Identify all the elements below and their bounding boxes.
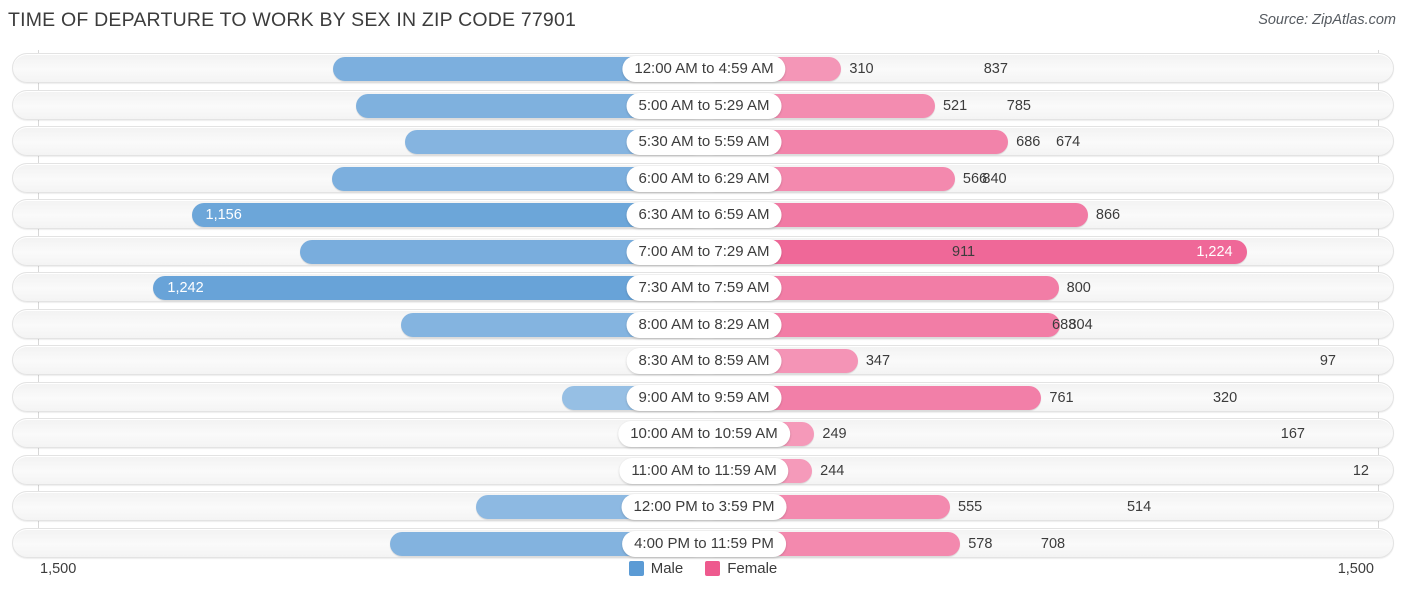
chart-row[interactable]: 837 310 12:00 AM to 4:59 AM: [12, 53, 1394, 83]
diverging-bar-chart: 837 310 12:00 AM to 4:59 AM 785 521 5:00 AM t…: [0, 50, 1406, 558]
chart-row[interactable]: 12 244 11:00 AM to 11:59 AM: [12, 454, 1394, 485]
chart-row[interactable]: 1,156 866 6:30 AM to 6:59 AM: [12, 199, 1394, 229]
legend-item-male[interactable]: Male: [628, 560, 684, 577]
row-category-label: 10:00 AM to 10:59 AM: [618, 421, 790, 447]
row-category-label: 11:00 AM to 11:59 AM: [619, 457, 789, 484]
chart-row[interactable]: 167 249 10:00 AM to 10:59 AM: [12, 418, 1394, 448]
source-attribution: Source: ZipAtlas.com: [1258, 12, 1396, 28]
bar-female[interactable]: [704, 239, 1247, 264]
row-category-label: 4:00 PM to 11:59 PM: [622, 530, 786, 557]
row-category-label: 9:00 AM to 9:59 AM: [626, 384, 782, 411]
chart-row[interactable]: 683 804 8:00 AM to 8:29 AM: [12, 308, 1394, 339]
bar-value-female: 800: [1066, 280, 1091, 296]
bar-value-male: 837: [983, 61, 1008, 77]
row-category-label: 7:30 AM to 7:59 AM: [626, 275, 782, 301]
bar-value-male: 674: [1056, 134, 1081, 150]
legend-label-male: Male: [650, 560, 684, 577]
chart-row[interactable]: 97 347 8:30 AM to 8:59 AM: [12, 345, 1394, 375]
bar-value-female: 1,224: [1196, 243, 1233, 260]
bar-value-female: 310: [849, 61, 874, 77]
row-category-label: 5:00 AM to 5:29 AM: [626, 92, 782, 119]
bar-value-female: 761: [1049, 389, 1074, 406]
chart-row[interactable]: 514 555 12:00 PM to 3:59 PM: [12, 491, 1394, 521]
row-category-label: 5:30 AM to 5:59 AM: [626, 129, 782, 155]
chart-header: TIME OF DEPARTURE TO WORK BY SEX IN ZIP …: [0, 0, 1406, 44]
bar-value-male: 320: [1212, 389, 1238, 406]
page-title: TIME OF DEPARTURE TO WORK BY SEX IN ZIP …: [8, 9, 577, 31]
chart-footer: 1,500 1,500 Male Female: [0, 555, 1406, 595]
chart-row[interactable]: 1,242 800 7:30 AM to 7:59 AM: [12, 272, 1394, 302]
bar-value-female: 249: [822, 426, 847, 442]
bar-value-male: 785: [1006, 97, 1031, 114]
legend-item-female[interactable]: Female: [705, 560, 777, 577]
legend-label-female: Female: [727, 560, 778, 577]
bar-value-female: 804: [1068, 316, 1093, 333]
chart-row[interactable]: 911 1,224 7:00 AM to 7:29 AM: [12, 235, 1394, 266]
bar-value-female: 347: [865, 353, 891, 369]
row-category-label: 6:30 AM to 6:59 AM: [626, 202, 782, 228]
legend-swatch-female: [705, 561, 721, 576]
chart-row[interactable]: 785 521 5:00 AM to 5:29 AM: [12, 89, 1394, 120]
bar-value-female: 866: [1095, 207, 1121, 223]
chart-row[interactable]: 674 686 5:30 AM to 5:59 AM: [12, 126, 1394, 156]
row-category-label: 8:30 AM to 8:59 AM: [626, 348, 782, 374]
bar-value-female: 686: [1016, 134, 1041, 150]
bar-value-female: 521: [942, 97, 968, 114]
row-category-label: 7:00 AM to 7:29 AM: [626, 238, 782, 265]
legend: Male Female: [0, 560, 1406, 577]
row-category-label: 12:00 AM to 4:59 AM: [622, 56, 786, 82]
chart-row[interactable]: 320 761 9:00 AM to 9:59 AM: [12, 381, 1394, 412]
row-category-label: 6:00 AM to 6:29 AM: [626, 165, 782, 192]
row-category-label: 12:00 PM to 3:59 PM: [621, 494, 787, 520]
bar-value-male: 911: [952, 243, 976, 260]
bar-value-male: 708: [1040, 535, 1066, 552]
bar-value-male: 514: [1126, 499, 1152, 515]
bar-value-male: 12: [1352, 462, 1369, 479]
row-category-label: 8:00 AM to 8:29 AM: [626, 311, 782, 338]
bar-value-female: 244: [820, 462, 845, 479]
legend-swatch-male: [628, 561, 644, 576]
bar-value-male: 167: [1280, 426, 1305, 442]
bar-value-male: 1,242: [167, 280, 204, 296]
bar-value-female: 566: [962, 170, 988, 187]
bar-value-male: 1,156: [205, 207, 242, 223]
bar-value-female: 578: [968, 535, 993, 552]
chart-row[interactable]: 708 578 4:00 PM to 11:59 PM: [12, 527, 1394, 558]
bar-value-female: 555: [958, 499, 983, 515]
bar-value-male: 97: [1319, 353, 1336, 369]
bar-male[interactable]: [153, 276, 704, 300]
chart-row[interactable]: 840 566 6:00 AM to 6:29 AM: [12, 162, 1394, 193]
